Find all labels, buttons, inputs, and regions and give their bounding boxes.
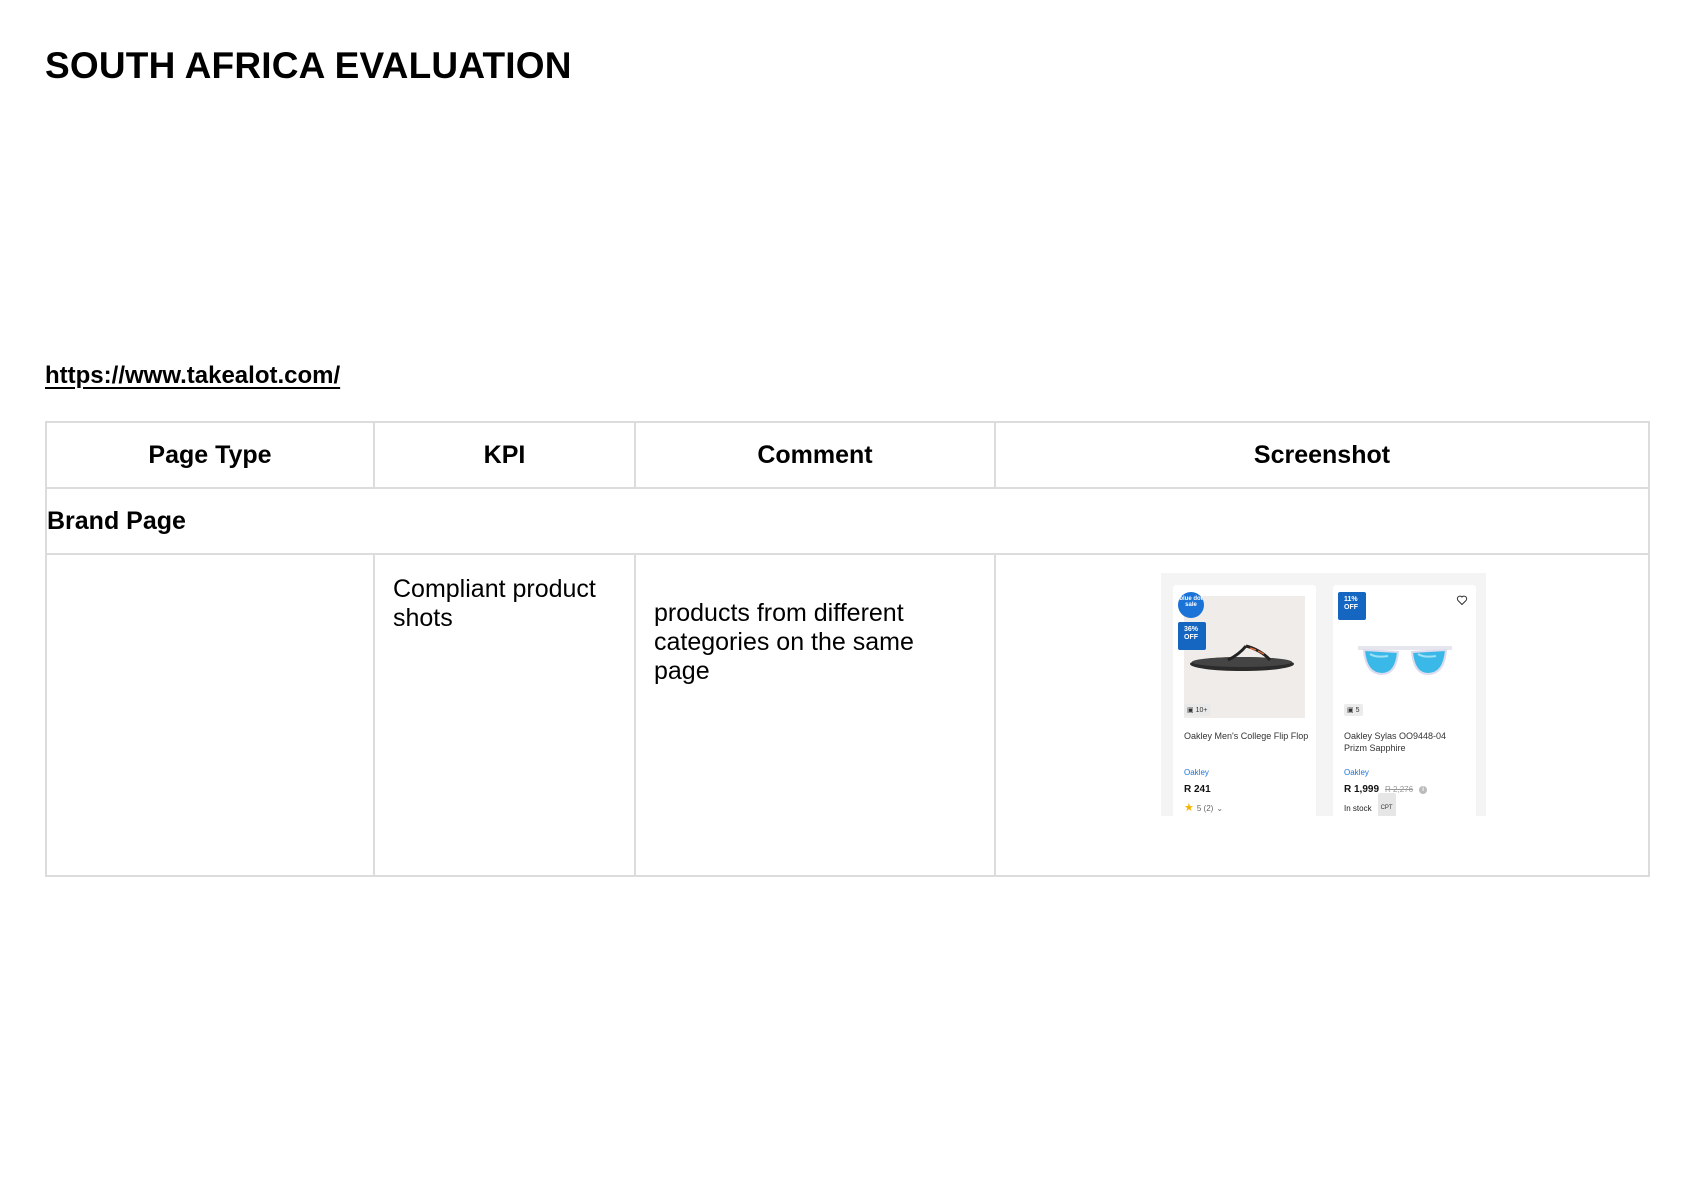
heart-icon[interactable]	[1456, 594, 1468, 606]
product-name[interactable]: Oakley Men's College Flip Flop	[1184, 730, 1309, 742]
cell-comment: products from different categories on th…	[634, 553, 996, 877]
stock-status: In stock CPT	[1344, 793, 1396, 816]
section-label: Brand Page	[45, 487, 1650, 555]
star-icon: ★	[1184, 802, 1194, 814]
product-rating[interactable]: ★ 5 (2) ⌄	[1184, 794, 1223, 816]
section-row: Brand Page	[45, 487, 1650, 555]
header-screenshot: Screenshot	[994, 421, 1650, 489]
chevron-down-icon: ⌄	[1216, 804, 1224, 813]
site-link[interactable]: https://www.takealot.com/	[45, 361, 340, 391]
product-name[interactable]: Oakley Sylas OO9448-04 Prizm Sapphire	[1344, 730, 1469, 754]
cell-screenshot: blue dot sale 36% OFF ▣ 10+ Oakley Men's…	[994, 553, 1650, 877]
discount-badge: 11% OFF	[1338, 592, 1366, 620]
page-title: SOUTH AFRICA EVALUATION	[45, 45, 572, 86]
product-card: 11% OFF ▣ 5 Oakley Sylas OO9448-04 Prizm…	[1333, 585, 1476, 816]
cell-page-type	[45, 553, 375, 877]
cell-kpi: Compliant product shots	[373, 553, 636, 877]
photo-count: ▣ 5	[1344, 704, 1363, 716]
discount-badge: 36% OFF	[1178, 622, 1206, 650]
info-icon[interactable]: i	[1419, 785, 1428, 794]
product-card: blue dot sale 36% OFF ▣ 10+ Oakley Men's…	[1173, 585, 1316, 816]
photo-count: ▣ 10+	[1184, 704, 1211, 716]
evaluation-table: Page Type KPI Comment Screenshot Brand P…	[45, 421, 1650, 877]
sale-badge: blue dot sale	[1178, 592, 1204, 618]
product-screenshot: blue dot sale 36% OFF ▣ 10+ Oakley Men's…	[1161, 573, 1486, 816]
header-page-type: Page Type	[45, 421, 375, 489]
location-tag: CPT	[1377, 793, 1396, 816]
table-row: Compliant product shots products from di…	[45, 553, 1650, 877]
header-kpi: KPI	[373, 421, 636, 489]
camera-icon: ▣	[1347, 706, 1354, 714]
camera-icon: ▣	[1187, 706, 1194, 714]
header-comment: Comment	[634, 421, 996, 489]
table-header-row: Page Type KPI Comment Screenshot	[45, 421, 1650, 489]
